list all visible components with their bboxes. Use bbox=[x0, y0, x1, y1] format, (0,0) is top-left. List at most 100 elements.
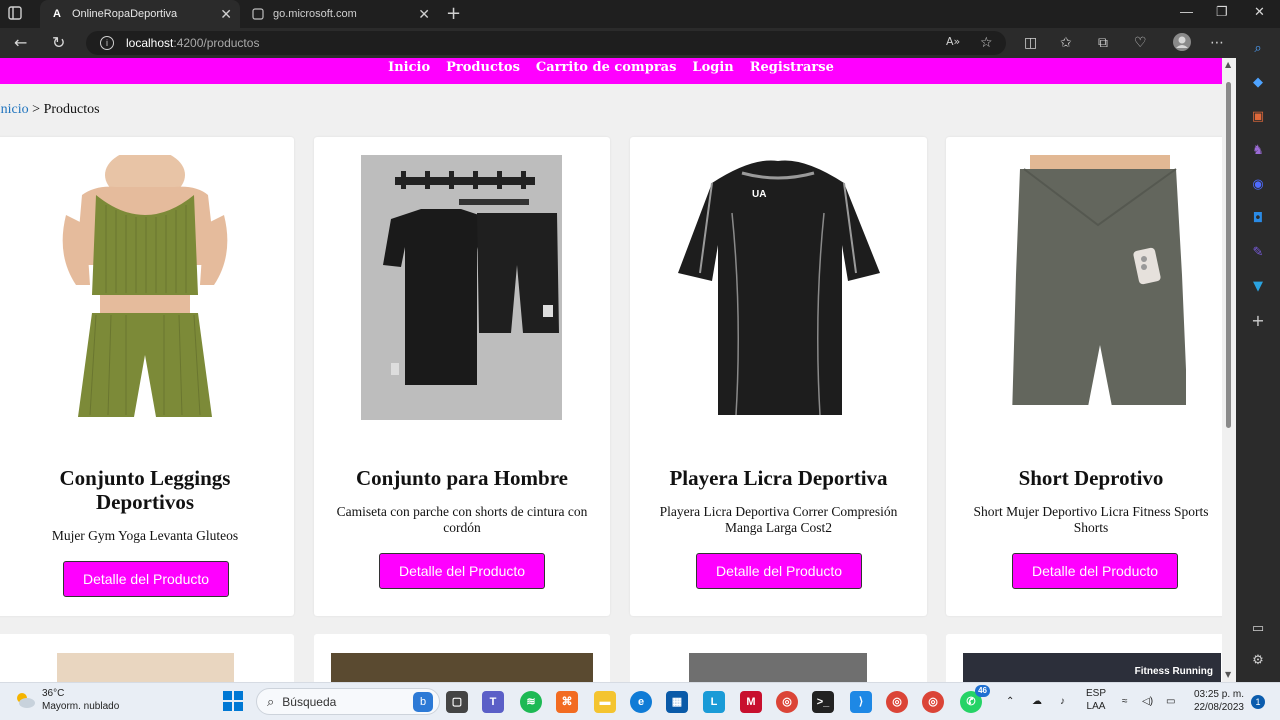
volume-icon[interactable]: ◁) bbox=[1142, 695, 1153, 708]
add-sidebar-item-icon[interactable]: + bbox=[1249, 312, 1267, 330]
product-image[interactable]: Fitness Running bbox=[963, 653, 1221, 682]
l-app-icon[interactable]: L bbox=[703, 691, 725, 713]
taskbar-search[interactable]: ⌕ Búsqueda b bbox=[256, 688, 440, 715]
search-icon[interactable]: ⌕ bbox=[1249, 40, 1267, 58]
chrome-icon[interactable]: ◎ bbox=[776, 691, 798, 713]
tab-go-microsoft[interactable]: go.microsoft.com ✕ bbox=[243, 0, 438, 28]
product-image[interactable] bbox=[689, 653, 867, 682]
new-tab-icon[interactable]: + bbox=[446, 3, 461, 24]
minimize-icon[interactable]: — bbox=[1180, 4, 1193, 19]
product-card bbox=[630, 634, 927, 682]
mcafee-icon[interactable]: M bbox=[740, 691, 762, 713]
url-path: :4200/productos bbox=[173, 36, 260, 50]
start-windows-icon[interactable] bbox=[223, 691, 243, 711]
nav-inicio[interactable]: Inicio bbox=[380, 58, 438, 84]
language-indicator[interactable]: ESP LAA bbox=[1086, 687, 1106, 713]
breadcrumb-link-inicio[interactable]: Inicio bbox=[0, 102, 29, 117]
product-image[interactable] bbox=[1010, 155, 1188, 420]
page-scrollbar[interactable]: ▲ ▼ bbox=[1222, 58, 1236, 682]
read-aloud-icon[interactable]: A» bbox=[946, 35, 960, 48]
product-detail-button[interactable]: Detalle del Producto bbox=[1012, 553, 1178, 589]
profile-avatar-icon[interactable] bbox=[1172, 32, 1192, 56]
product-card bbox=[0, 634, 294, 682]
product-image[interactable] bbox=[56, 149, 234, 420]
product-image[interactable] bbox=[361, 155, 562, 420]
file-explorer-icon[interactable]: ▬ bbox=[594, 691, 616, 713]
product-title: Conjunto para Hombre bbox=[356, 466, 568, 490]
teams-icon[interactable]: T bbox=[482, 691, 504, 713]
task-view-icon[interactable]: ▢ bbox=[446, 691, 468, 713]
xampp-icon[interactable]: ⌘ bbox=[556, 691, 578, 713]
outlook-icon[interactable]: ◘ bbox=[1249, 210, 1267, 228]
maximize-icon[interactable]: ❐ bbox=[1216, 4, 1228, 20]
breadcrumb: Inicio > Productos bbox=[0, 102, 100, 118]
network-sync-icon[interactable]: ☁ bbox=[1032, 695, 1042, 708]
product-image[interactable] bbox=[331, 653, 593, 682]
product-detail-button[interactable]: Detalle del Producto bbox=[379, 553, 545, 589]
terminal-icon[interactable]: >_ bbox=[812, 691, 834, 713]
nav-carrito[interactable]: Carrito de compras bbox=[528, 58, 685, 84]
close-window-icon[interactable]: ✕ bbox=[1254, 4, 1265, 20]
tools-icon[interactable]: ▣ bbox=[1249, 108, 1267, 126]
weather-widget[interactable]: 36°C Mayorm. nublado bbox=[14, 687, 119, 713]
product-card: Short Deprotivo Short Mujer Deportivo Li… bbox=[946, 137, 1222, 616]
close-tab-icon[interactable]: ✕ bbox=[418, 6, 430, 23]
chrome-profile-2-icon[interactable]: ◎ bbox=[922, 691, 944, 713]
scroll-up-icon[interactable]: ▲ bbox=[1225, 60, 1231, 69]
url-host: localhost bbox=[126, 36, 174, 50]
product-card: UA Playera Licra Deportiva Playera Licra… bbox=[630, 137, 927, 616]
shopping-tag-icon[interactable]: ◆ bbox=[1249, 74, 1267, 92]
favorites-icon[interactable]: ✩ bbox=[1060, 35, 1072, 51]
page-favicon-icon bbox=[251, 7, 265, 21]
whatsapp-badge: 46 bbox=[975, 685, 990, 697]
favorite-star-icon[interactable]: ☆ bbox=[980, 35, 993, 51]
close-tab-icon[interactable]: ✕ bbox=[220, 6, 232, 23]
nav-registrarse[interactable]: Registrarse bbox=[742, 58, 842, 84]
tab-title: go.microsoft.com bbox=[273, 8, 357, 20]
image-overlay-text: Fitness Running bbox=[1134, 666, 1213, 677]
spotify-icon[interactable]: ≋ bbox=[520, 691, 542, 713]
nav-productos[interactable]: Productos bbox=[438, 58, 528, 84]
wifi-icon[interactable]: ≈ bbox=[1122, 695, 1128, 708]
settings-gear-icon[interactable]: ⚙ bbox=[1249, 652, 1267, 670]
site-info-icon[interactable]: i bbox=[100, 36, 114, 50]
product-description: Mujer Gym Yoga Levanta Gluteos bbox=[51, 528, 239, 543]
collections-icon[interactable]: ⧉ bbox=[1098, 35, 1108, 51]
browser-essentials-icon[interactable]: ♡ bbox=[1134, 35, 1147, 51]
scrollbar-thumb[interactable] bbox=[1226, 82, 1231, 428]
battery-icon[interactable]: ▭ bbox=[1166, 695, 1175, 708]
product-image[interactable] bbox=[57, 653, 234, 682]
notification-badge[interactable]: 1 bbox=[1251, 695, 1265, 709]
show-hidden-icons-icon[interactable]: ⌃ bbox=[1006, 695, 1014, 708]
top-navbar: Inicio Productos Carrito de compras Logi… bbox=[0, 58, 1222, 84]
whatsapp-icon[interactable]: ✆ 46 bbox=[960, 685, 990, 713]
refresh-icon[interactable]: ↻ bbox=[52, 33, 65, 52]
product-image[interactable]: UA bbox=[672, 153, 884, 419]
product-description: Camiseta con parche con shorts de cintur… bbox=[336, 504, 588, 535]
back-icon[interactable]: ← bbox=[14, 33, 27, 52]
bing-icon: b bbox=[413, 692, 433, 712]
drop-icon[interactable]: ▼ bbox=[1249, 278, 1267, 296]
designer-icon[interactable]: ✎ bbox=[1249, 244, 1267, 262]
nav-login[interactable]: Login bbox=[684, 58, 741, 84]
address-bar[interactable]: i localhost:4200/productos bbox=[86, 31, 1006, 55]
microphone-icon[interactable]: ♪ bbox=[1060, 695, 1065, 708]
angular-favicon-icon: A bbox=[53, 8, 61, 20]
product-detail-button[interactable]: Detalle del Producto bbox=[696, 553, 862, 589]
tab-actions-icon[interactable] bbox=[8, 6, 32, 22]
product-card bbox=[314, 634, 610, 682]
games-icon[interactable]: ♞ bbox=[1249, 142, 1267, 160]
store-icon[interactable]: ▦ bbox=[666, 691, 688, 713]
system-clock[interactable]: 03:25 p. m. 22/08/2023 bbox=[1188, 688, 1244, 714]
split-screen-icon[interactable]: ◫ bbox=[1024, 35, 1037, 51]
edge-sidebar: ⌕ ◆ ▣ ♞ ◉ ◘ ✎ ▼ + ▭ ⚙ bbox=[1236, 28, 1280, 682]
edge-icon[interactable]: e bbox=[630, 691, 652, 713]
more-menu-icon[interactable]: ⋯ bbox=[1210, 35, 1224, 51]
hide-sidebar-icon[interactable]: ▭ bbox=[1249, 620, 1267, 638]
copilot-icon[interactable]: ◉ bbox=[1249, 176, 1267, 194]
vscode-icon[interactable]: ⟩ bbox=[850, 691, 872, 713]
scroll-down-icon[interactable]: ▼ bbox=[1225, 670, 1231, 679]
tab-onlineropadeportiva[interactable]: A OnlineRopaDeportiva ✕ bbox=[40, 0, 240, 28]
chrome-profile-icon[interactable]: ◎ bbox=[886, 691, 908, 713]
product-detail-button[interactable]: Detalle del Producto bbox=[63, 561, 229, 597]
